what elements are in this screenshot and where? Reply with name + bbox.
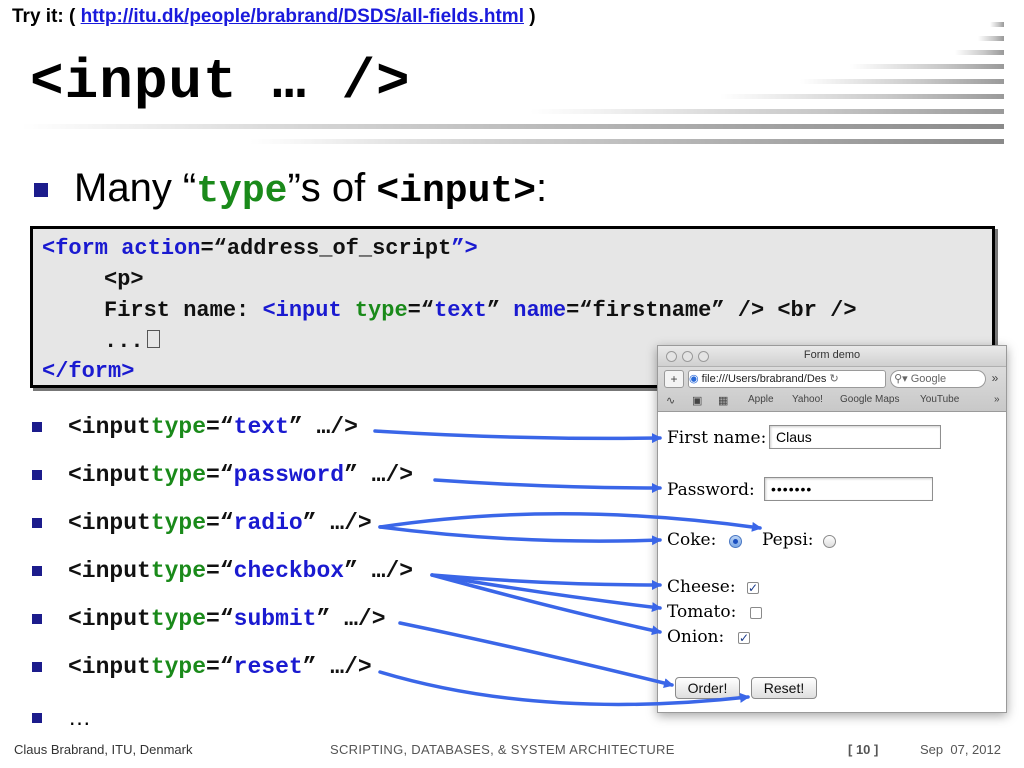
footer-author: Claus Brabrand, ITU, Denmark <box>14 742 193 757</box>
footer-course: SCRIPTING, DATABASES, & SYSTEM ARCHITECT… <box>330 742 675 757</box>
footer-page: [ 10 ] <box>848 742 879 757</box>
arrow-password <box>433 478 662 493</box>
arrow-radio-pepsi <box>378 512 762 532</box>
arrow-radio-coke <box>378 525 662 546</box>
footer-date: Sep 07, 2012 <box>920 742 1001 757</box>
arrow-submit <box>398 621 674 688</box>
arrow-checkbox-tomato <box>430 573 662 613</box>
arrows-overlay <box>373 429 762 707</box>
arrow-reset <box>378 670 750 707</box>
arrow-text <box>373 429 662 444</box>
